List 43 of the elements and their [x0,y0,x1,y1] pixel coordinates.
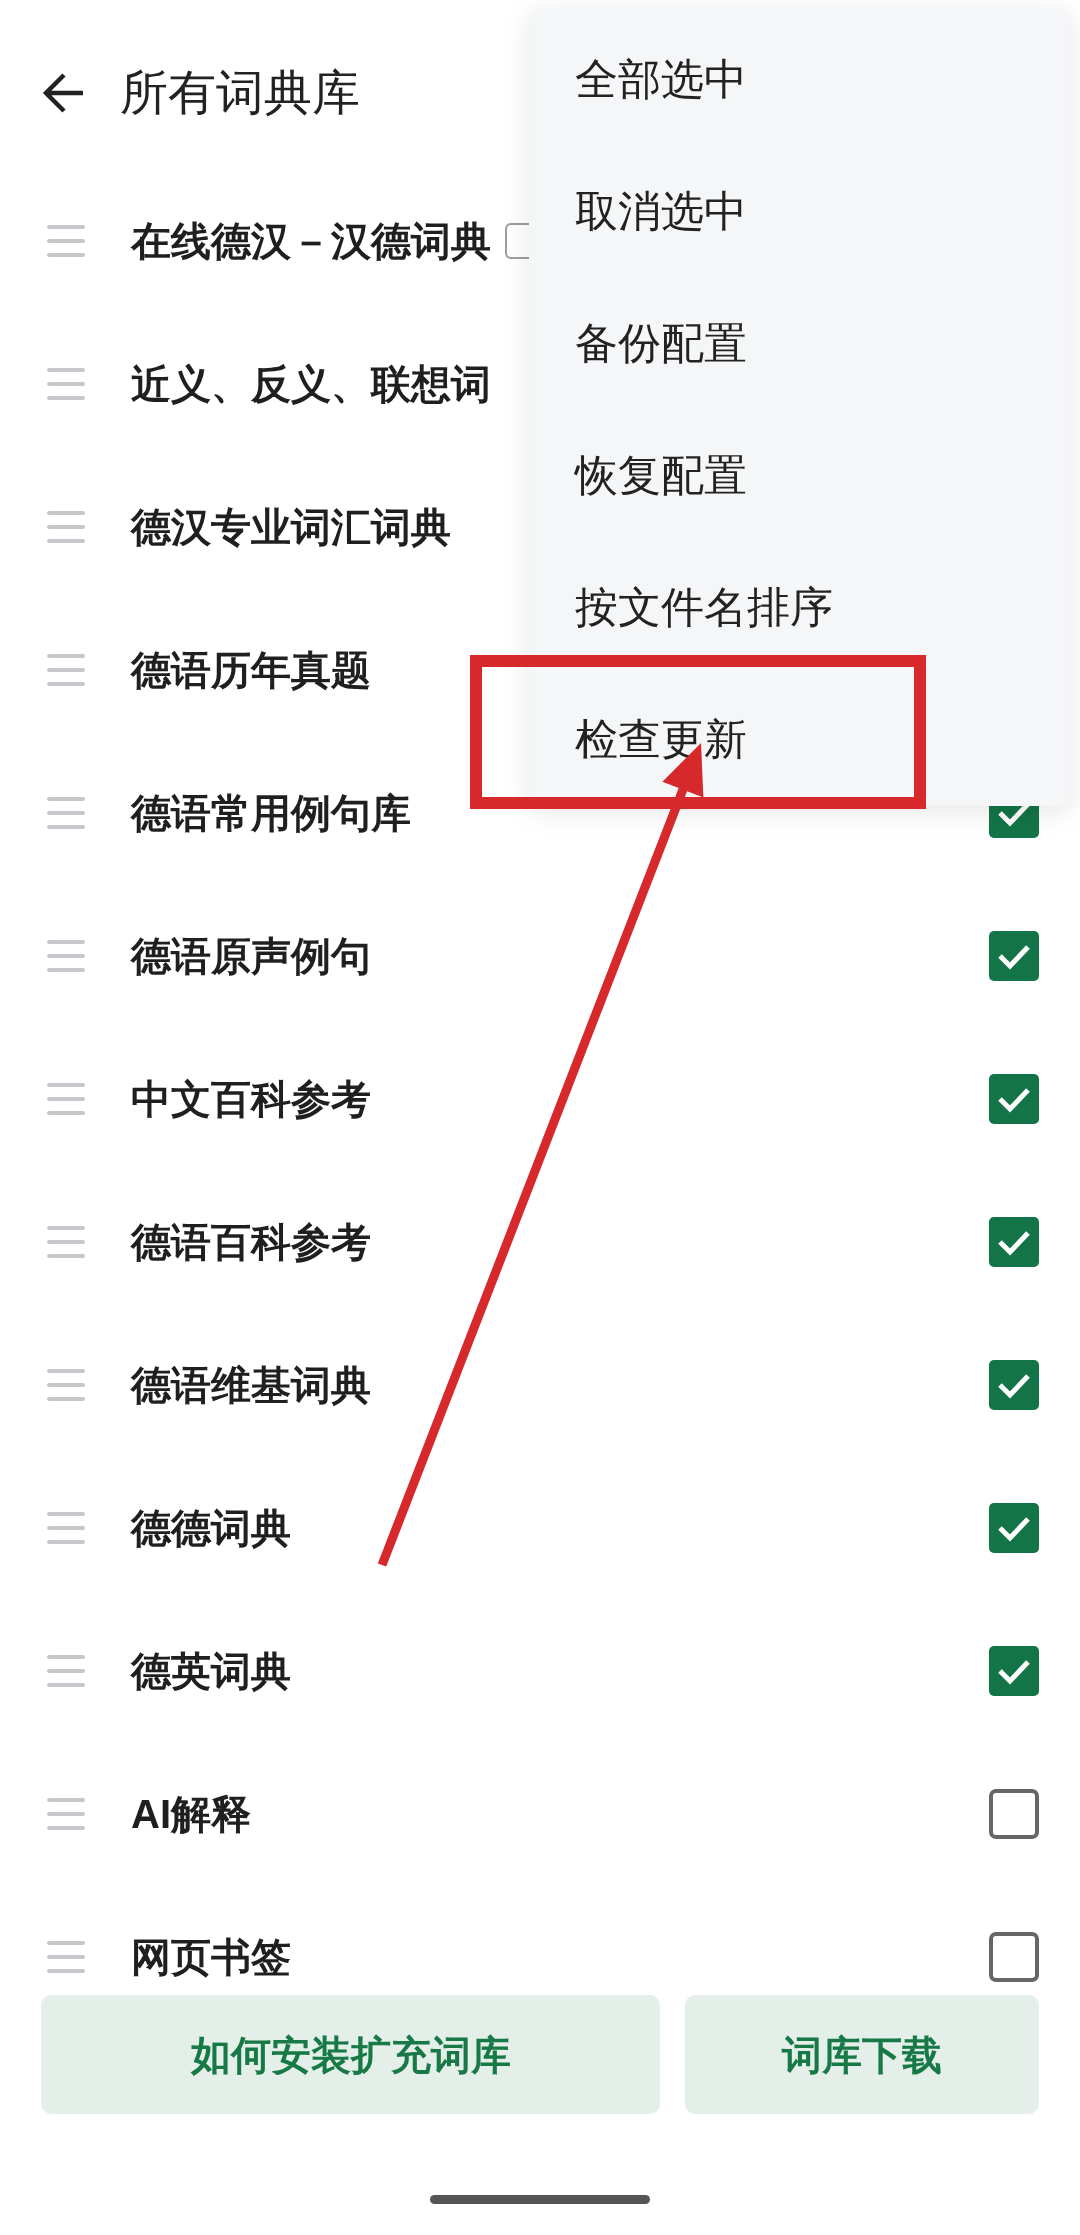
drag-handle-icon[interactable] [47,1225,85,1258]
drag-handle-icon[interactable] [47,653,85,686]
dictionary-name: 德语维基词典 [131,1361,371,1409]
drag-handle-icon[interactable] [47,1368,85,1401]
drag-handle-icon[interactable] [47,796,85,829]
dictionary-name: 近义、反义、联想词 [131,360,491,408]
dictionary-name: 德语历年真题 [131,646,371,694]
menu-item[interactable]: 恢复配置 [575,450,747,502]
menu-item[interactable]: 取消选中 [575,186,747,238]
checkbox[interactable] [989,1645,1039,1696]
drag-handle-icon[interactable] [47,1940,85,1973]
checkbox[interactable] [989,1788,1039,1839]
action-button[interactable]: 如何安装扩充词库 [41,1995,660,2114]
dictionary-name: 中文百科参考 [131,1075,371,1123]
page-title: 所有词典库 [120,65,360,122]
dictionary-name: AI解释 [131,1790,251,1838]
drag-handle-icon[interactable] [47,1511,85,1544]
action-button[interactable]: 词库下载 [685,1995,1039,2114]
menu-item[interactable]: 备份配置 [575,318,747,370]
dictionary-name: 德语原声例句 [131,932,371,980]
dictionary-name: 在线德汉－汉德词典 [131,217,491,265]
checkbox[interactable] [989,1216,1039,1267]
checkbox[interactable] [989,1359,1039,1410]
dictionary-name: 德英词典 [131,1647,291,1695]
dictionary-name: 网页书签 [131,1933,291,1981]
drag-handle-icon[interactable] [47,224,85,257]
dictionary-name: 德语百科参考 [131,1218,371,1266]
dictionary-name: 德德词典 [131,1504,291,1552]
drag-handle-icon[interactable] [47,1797,85,1830]
drag-handle-icon[interactable] [47,367,85,400]
back-arrow-icon[interactable] [42,71,86,115]
drag-handle-icon[interactable] [47,1082,85,1115]
checkbox[interactable] [989,1931,1039,1982]
menu-item[interactable]: 按文件名排序 [575,582,833,634]
dictionary-name: 德汉专业词汇词典 [131,503,451,551]
checkbox[interactable] [989,1073,1039,1124]
checkbox[interactable] [989,1502,1039,1553]
drag-handle-icon[interactable] [47,939,85,972]
drag-handle-icon[interactable] [47,510,85,543]
dictionary-name: 德语常用例句库 [131,789,411,837]
checkbox[interactable] [989,930,1039,981]
drag-handle-icon[interactable] [47,1654,85,1687]
menu-item[interactable]: 全部选中 [575,54,747,106]
